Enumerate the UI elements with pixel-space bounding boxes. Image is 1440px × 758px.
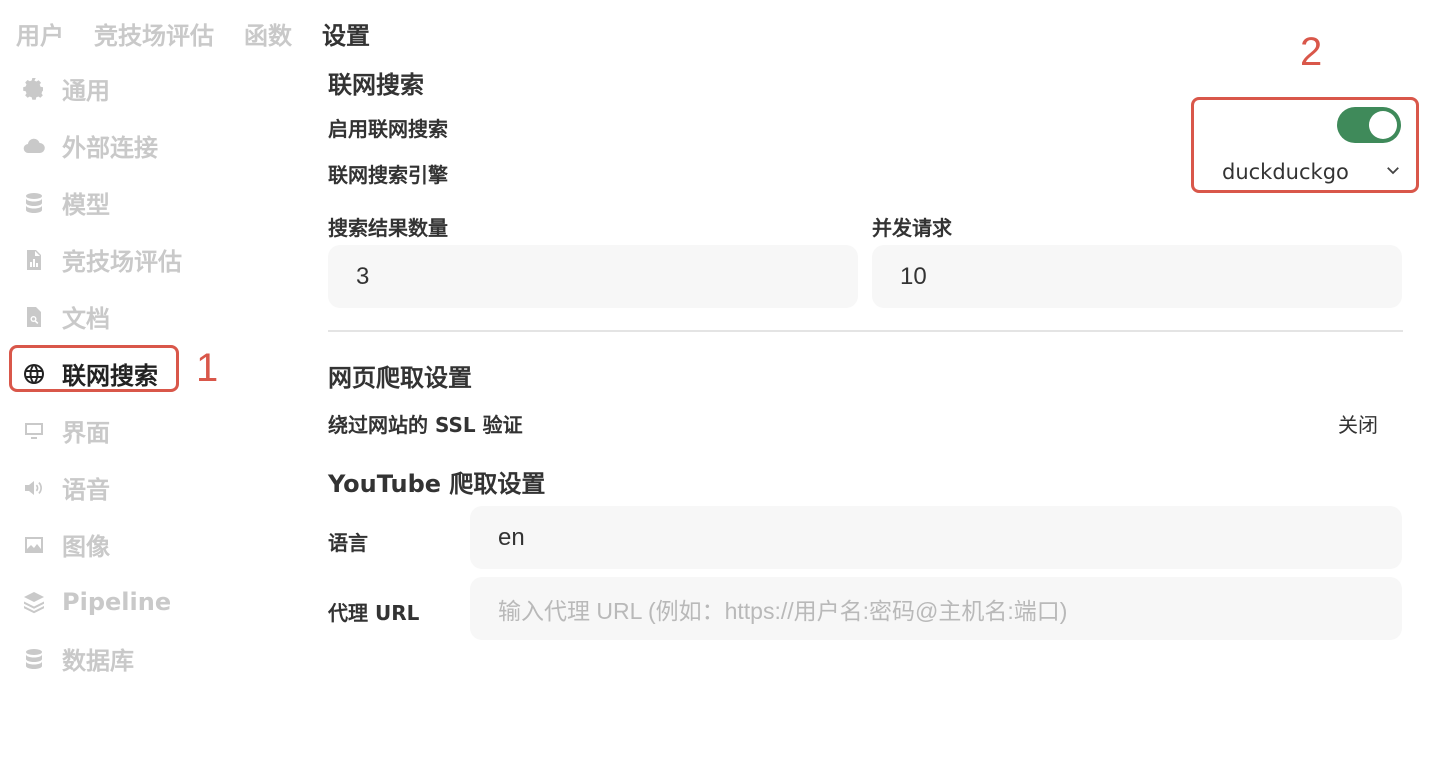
- sidebar-item-label: 界面: [62, 419, 110, 447]
- sidebar-item-label: 通用: [62, 77, 110, 105]
- proxy-url-label: 代理 URL: [328, 601, 420, 625]
- search-document-icon: [20, 303, 48, 331]
- tab-users[interactable]: 用户: [16, 16, 64, 51]
- web-search-section-title: 联网搜索: [328, 71, 424, 99]
- search-engine-label: 联网搜索引擎: [328, 163, 448, 187]
- youtube-section-title: YouTube 爬取设置: [328, 470, 546, 498]
- sidebar-item-label: 语音: [62, 476, 110, 504]
- settings-sidebar: 通用 外部连接 模型 竞技场评估 文档 联网搜索 界面 语音 图像 Pipeli…: [16, 60, 206, 687]
- tab-settings[interactable]: 设置: [322, 16, 370, 51]
- sidebar-item-web-search[interactable]: 联网搜索: [16, 345, 206, 402]
- sidebar-item-arena[interactable]: 竞技场评估: [16, 231, 206, 288]
- result-count-input[interactable]: 3: [328, 245, 858, 308]
- search-engine-select[interactable]: duckduckgo: [1222, 157, 1402, 187]
- cloud-icon: [20, 132, 48, 160]
- annotation-number-2: 2: [1300, 30, 1323, 74]
- sidebar-item-audio[interactable]: 语音: [16, 459, 206, 516]
- enable-web-search-label: 启用联网搜索: [328, 117, 448, 141]
- sidebar-item-models[interactable]: 模型: [16, 174, 206, 231]
- speaker-icon: [20, 474, 48, 502]
- sidebar-item-label: 数据库: [62, 647, 134, 675]
- gear-icon: [20, 75, 48, 103]
- sidebar-item-general[interactable]: 通用: [16, 60, 206, 117]
- monitor-icon: [20, 417, 48, 445]
- ssl-bypass-label: 绕过网站的 SSL 验证: [328, 413, 523, 437]
- sidebar-item-pipeline[interactable]: Pipeline: [16, 573, 206, 630]
- sidebar-item-interface[interactable]: 界面: [16, 402, 206, 459]
- proxy-url-input[interactable]: 输入代理 URL (例如：https://用户名:密码@主机名:端口): [470, 577, 1402, 640]
- enable-web-search-toggle[interactable]: [1337, 107, 1401, 143]
- image-icon: [20, 531, 48, 559]
- sidebar-item-label: 图像: [62, 533, 110, 561]
- chart-document-icon: [20, 246, 48, 274]
- database-icon: [20, 189, 48, 217]
- sidebar-item-label: 模型: [62, 191, 110, 219]
- language-input[interactable]: en: [470, 506, 1402, 569]
- sidebar-item-label: 外部连接: [62, 134, 158, 162]
- toggle-knob: [1369, 111, 1397, 139]
- annotation-number-1: 1: [196, 346, 219, 390]
- concurrency-input[interactable]: 10: [872, 245, 1402, 308]
- search-engine-value: duckduckgo: [1222, 160, 1349, 184]
- sidebar-item-label: 竞技场评估: [62, 248, 182, 276]
- ssl-bypass-toggle-value[interactable]: 关闭: [1338, 409, 1378, 438]
- tab-arena[interactable]: 竞技场评估: [94, 16, 214, 51]
- sidebar-item-label: 联网搜索: [62, 362, 158, 390]
- layers-icon: [20, 588, 48, 616]
- sidebar-item-images[interactable]: 图像: [16, 516, 206, 573]
- sidebar-item-label: Pipeline: [62, 587, 172, 616]
- sidebar-item-label: 文档: [62, 305, 110, 333]
- chevron-down-icon: [1384, 160, 1402, 184]
- sidebar-item-connections[interactable]: 外部连接: [16, 117, 206, 174]
- database-icon: [20, 645, 48, 673]
- language-label: 语言: [328, 531, 368, 555]
- crawl-section-title: 网页爬取设置: [328, 364, 472, 392]
- sidebar-item-database[interactable]: 数据库: [16, 630, 206, 687]
- result-count-label: 搜索结果数量: [328, 216, 448, 240]
- concurrency-label: 并发请求: [872, 216, 952, 240]
- tab-functions[interactable]: 函数: [244, 16, 292, 51]
- globe-icon: [20, 360, 48, 388]
- section-divider: [328, 330, 1403, 332]
- sidebar-item-documents[interactable]: 文档: [16, 288, 206, 345]
- top-nav: 用户 竞技场评估 函数 设置: [16, 16, 370, 50]
